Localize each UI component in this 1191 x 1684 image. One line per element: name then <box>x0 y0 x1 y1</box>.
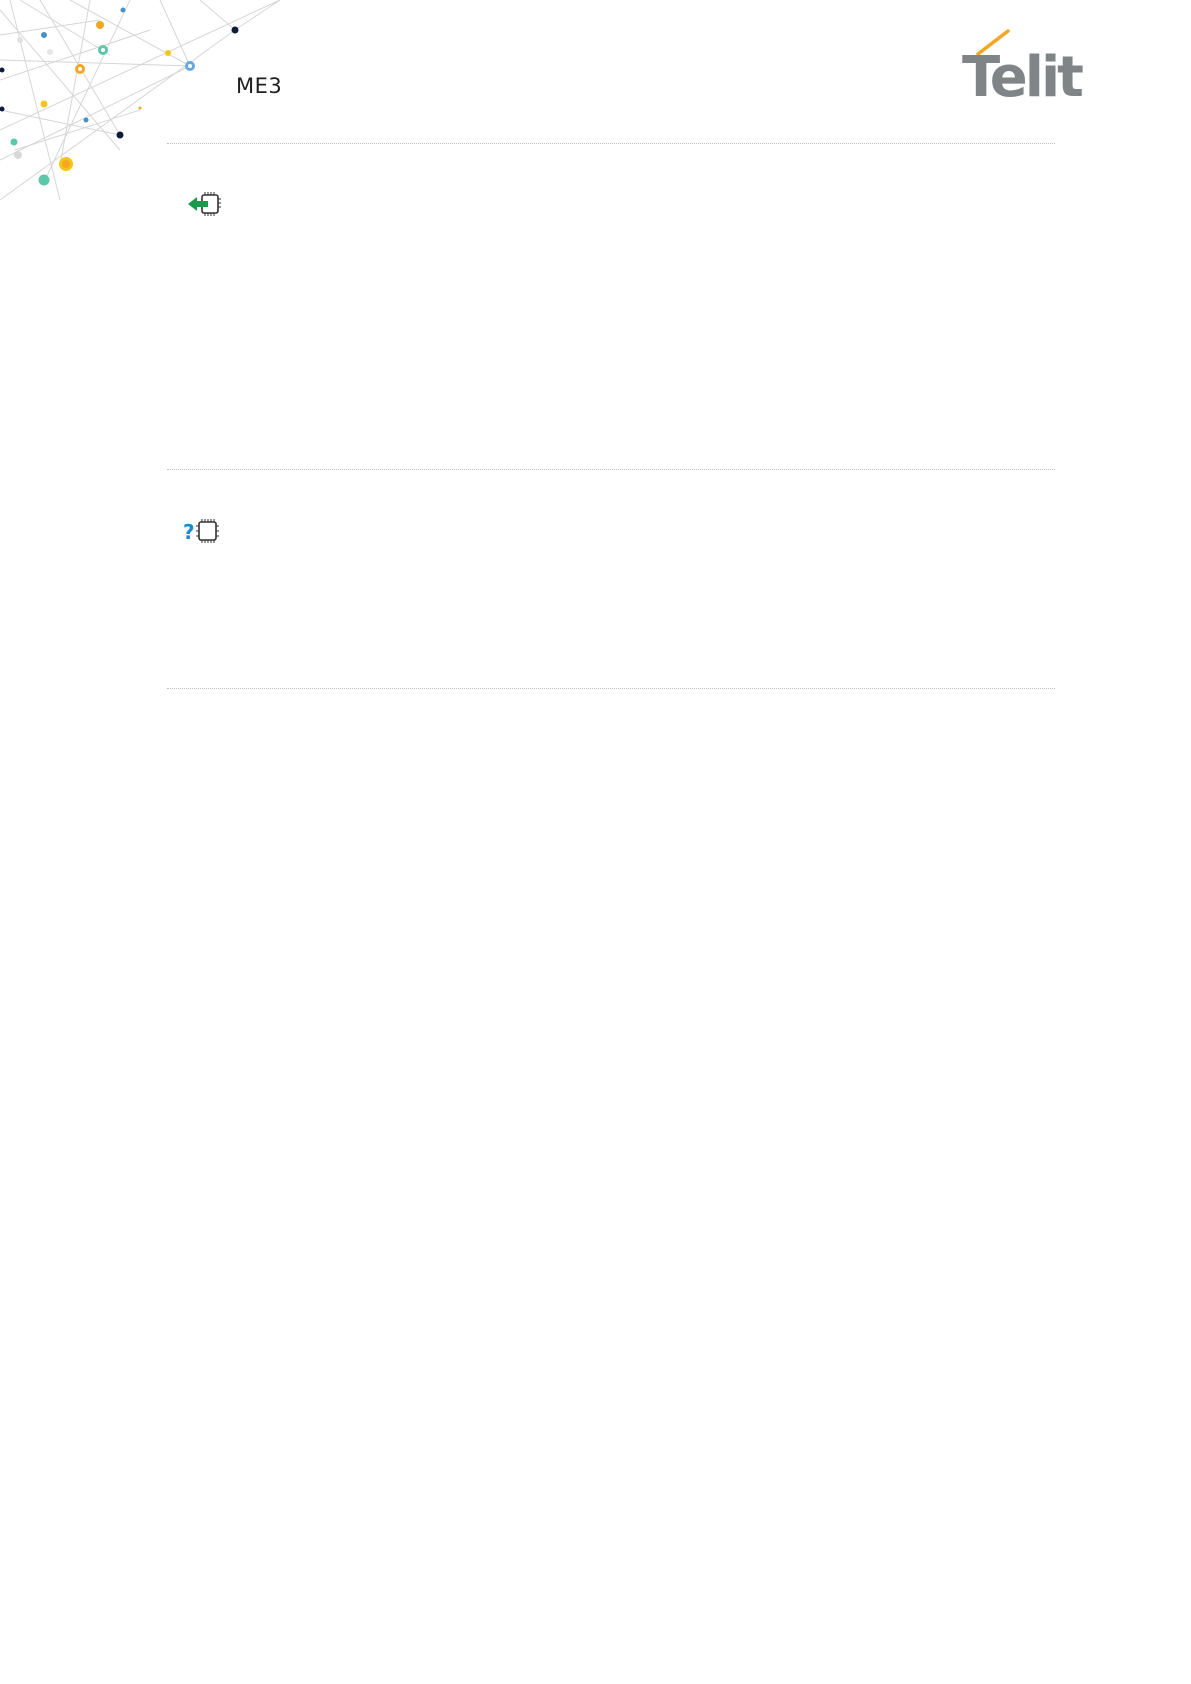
set-command-arrow-chip-icon <box>188 192 221 216</box>
read-command-question-chip-icon: ? <box>183 519 219 544</box>
header-product-label: ME3 <box>236 74 283 98</box>
header-divider <box>167 143 1055 144</box>
telit-logo: Telit <box>962 28 1090 110</box>
svg-text:?: ? <box>183 520 195 544</box>
logo-wordmark: Telit <box>962 45 1084 110</box>
section-divider <box>167 469 1055 470</box>
section-divider <box>167 688 1055 689</box>
decorative-network-graphic <box>0 0 281 201</box>
